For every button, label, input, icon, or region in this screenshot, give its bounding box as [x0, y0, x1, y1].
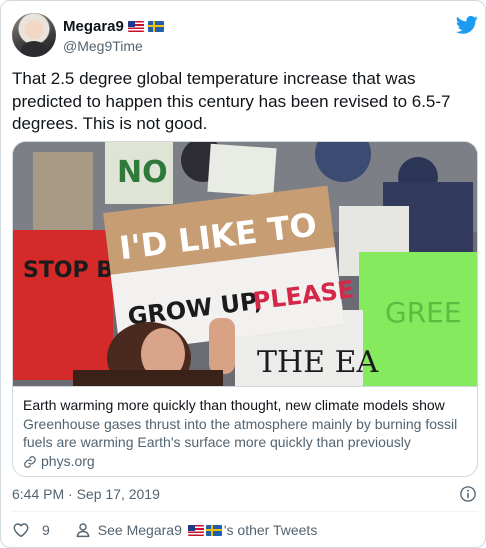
- like-button[interactable]: 9: [12, 521, 50, 539]
- us-flag-icon: [127, 20, 144, 32]
- see-other-tweets-suffix: 's other Tweets: [223, 522, 318, 538]
- see-other-tweets-prefix: See Megara9: [97, 522, 182, 538]
- display-name[interactable]: Megara9: [63, 18, 124, 35]
- sweden-flag-icon: [147, 20, 164, 32]
- profile-icon: [76, 523, 90, 538]
- tweet-text: That 2.5 degree global temperature incre…: [12, 69, 451, 133]
- link-preview-card[interactable]: NO STOP BURNING GREE THE EA I'D LIKE TO: [12, 141, 478, 477]
- link-title[interactable]: Earth warming more quickly than thought,…: [23, 396, 467, 415]
- heart-icon: [13, 523, 29, 538]
- avatar[interactable]: [12, 13, 56, 57]
- author-handle[interactable]: @Meg9Time: [63, 38, 143, 54]
- protest-photo: NO STOP BURNING GREE THE EA I'D LIKE TO: [13, 142, 477, 386]
- link-preview-info[interactable]: Earth warming more quickly than thought,…: [13, 386, 477, 476]
- tweet-actions: 9 See Megara9 's other Tweets: [12, 520, 317, 540]
- tweet-timestamp[interactable]: 6:44 PM · Sep 17, 2019: [12, 486, 160, 502]
- tweet-card: Megara9 @Meg9Time That 2.5 degree global…: [0, 0, 486, 548]
- link-domain-row: phys.org: [23, 452, 467, 471]
- link-preview-image[interactable]: NO STOP BURNING GREE THE EA I'D LIKE TO: [13, 142, 477, 386]
- green-sign-text: GREE: [385, 296, 462, 329]
- bottom-sign-text: THE EA: [257, 345, 379, 380]
- divider: [12, 511, 478, 512]
- author-name-row[interactable]: Megara9: [63, 16, 164, 36]
- info-icon[interactable]: [459, 485, 477, 503]
- link-icon: [24, 455, 36, 468]
- top-sign-text: NO: [117, 155, 168, 190]
- link-description: Greenhouse gases thrust into the atmosph…: [23, 416, 458, 450]
- us-flag-icon: [187, 524, 204, 536]
- see-other-tweets-link[interactable]: See Megara9 's other Tweets: [74, 521, 318, 539]
- link-domain: phys.org: [41, 453, 95, 469]
- like-count: 9: [42, 522, 50, 538]
- twitter-bird-icon[interactable]: [456, 15, 478, 35]
- sweden-flag-icon: [205, 524, 222, 536]
